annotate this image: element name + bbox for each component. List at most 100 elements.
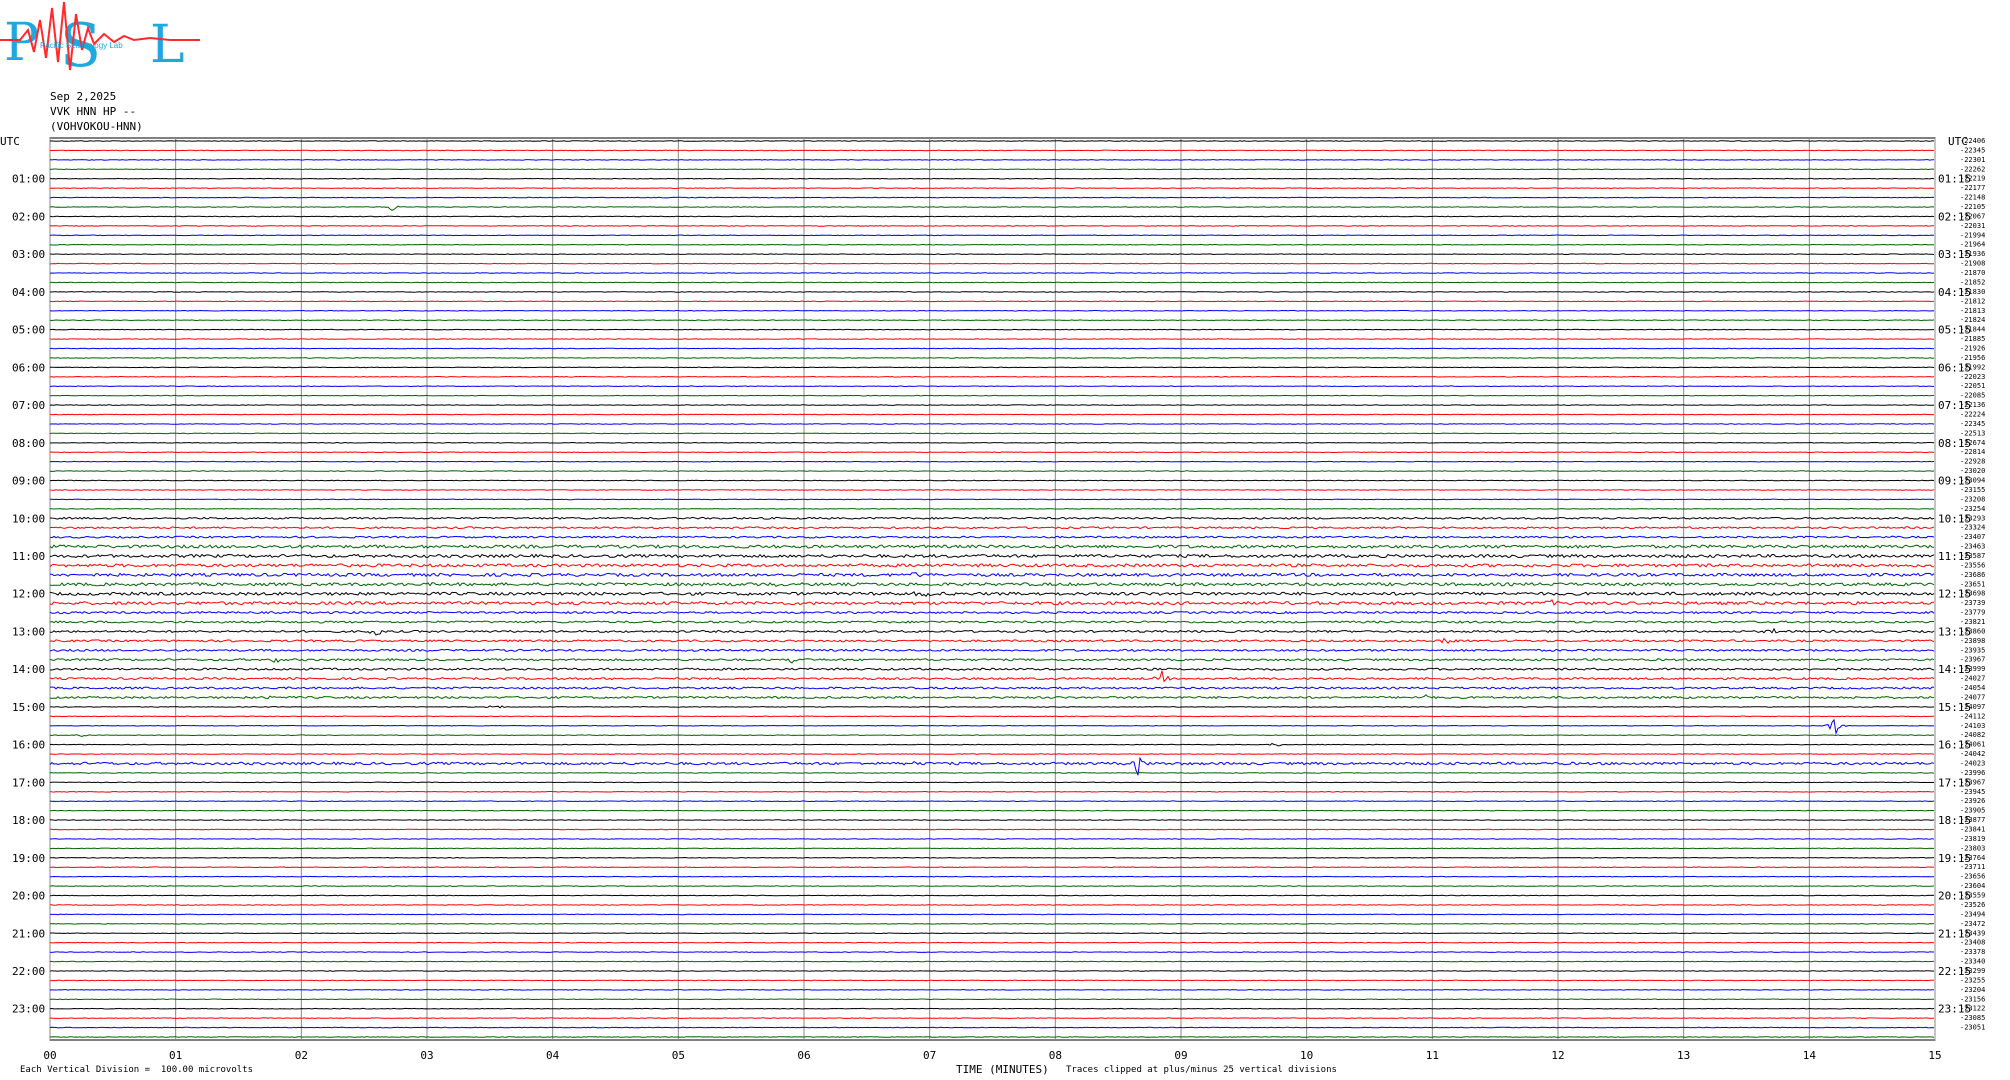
- seismic-trace: [49, 753, 1935, 755]
- seismic-trace: [49, 979, 1934, 982]
- seismic-trace: [49, 309, 1935, 312]
- seismic-trace: [49, 423, 1935, 425]
- right-time-label: 19:15: [1938, 852, 1971, 865]
- seismic-trace: [49, 375, 1935, 378]
- seismic-trace: [49, 243, 1935, 246]
- seismic-trace: [49, 670, 1935, 683]
- right-time-label: 14:15: [1938, 663, 1971, 676]
- x-tick-label: 05: [672, 1049, 685, 1062]
- trace-count-label: -21870: [1960, 269, 1985, 277]
- seismic-trace: [49, 781, 1935, 784]
- left-time-label: 16:00: [12, 739, 45, 752]
- left-time-label: 21:00: [12, 927, 45, 940]
- seismic-trace: [49, 572, 1935, 578]
- x-tick-label: 07: [923, 1049, 936, 1062]
- seismic-trace: [49, 1017, 1935, 1019]
- seismic-trace: [49, 526, 1935, 530]
- left-time-label: 01:00: [12, 173, 45, 186]
- seismic-trace: [50, 932, 1935, 935]
- left-time-label: 02:00: [12, 210, 45, 223]
- seismic-trace: [49, 800, 1935, 803]
- seismic-trace: [49, 960, 1935, 963]
- x-tick-label: 02: [295, 1049, 308, 1062]
- right-time-label: 22:15: [1938, 965, 1971, 978]
- seismic-trace: [49, 657, 1935, 664]
- left-time-label: 22:00: [12, 965, 45, 978]
- seismic-trace: [49, 215, 1935, 218]
- seismic-trace: [49, 620, 1934, 624]
- right-time-label: 16:15: [1938, 739, 1971, 752]
- seismic-trace: [49, 140, 1935, 142]
- x-tick-label: 13: [1677, 1049, 1690, 1062]
- trace-count-label: -24103: [1960, 722, 1985, 730]
- seismic-trace: [49, 489, 1935, 491]
- seismic-trace: [49, 253, 1935, 256]
- seismic-trace: [49, 205, 1935, 211]
- x-tick-label: 06: [797, 1049, 810, 1062]
- right-time-label: 08:15: [1938, 437, 1971, 450]
- seismic-trace: [49, 598, 1935, 606]
- seismic-trace: [49, 291, 1935, 293]
- right-time-label: 07:15: [1938, 399, 1971, 412]
- seismic-trace: [49, 281, 1935, 284]
- trace-count-label: -24023: [1960, 759, 1985, 767]
- seismic-trace: [49, 357, 1935, 359]
- seismic-trace: [49, 856, 1935, 859]
- seismic-trace: [49, 300, 1934, 303]
- seismic-trace: [49, 941, 1935, 944]
- seismic-trace: [49, 441, 1935, 444]
- x-tick-label: 12: [1551, 1049, 1564, 1062]
- seismic-trace: [49, 694, 1935, 700]
- right-time-label: 17:15: [1938, 776, 1971, 789]
- right-time-label: 23:15: [1938, 1003, 1971, 1016]
- left-time-label: 17:00: [12, 776, 45, 789]
- seismic-trace: [49, 637, 1935, 644]
- seismic-trace: [49, 922, 1935, 925]
- seismic-trace: [49, 866, 1935, 869]
- seismic-trace: [49, 319, 1935, 322]
- seismic-trace: [49, 328, 1934, 331]
- seismic-trace: [49, 272, 1935, 274]
- trace-count-label: -22928: [1960, 458, 1985, 466]
- left-time-label: 09:00: [12, 475, 45, 488]
- seismic-trace: [49, 828, 1934, 831]
- seismic-trace: [49, 809, 1935, 812]
- seismic-trace: [50, 686, 1935, 690]
- seismic-trace: [49, 347, 1935, 350]
- x-tick-label: 14: [1803, 1049, 1817, 1062]
- left-time-label: 12:00: [12, 588, 45, 601]
- left-time-label: 08:00: [12, 437, 45, 450]
- trace-count-label: -22345: [1960, 146, 1985, 154]
- seismic-trace: [49, 591, 1935, 598]
- trace-count-label: -22051: [1960, 382, 1985, 390]
- seismic-trace: [49, 168, 1935, 171]
- seismic-trace: [49, 234, 1935, 237]
- seismic-trace: [49, 479, 1935, 482]
- trace-count-label: -22148: [1960, 194, 1985, 202]
- seismic-trace: [50, 498, 1935, 501]
- trace-count-label: -21926: [1960, 344, 1985, 352]
- seismic-trace: [49, 742, 1935, 747]
- trace-count-label: -23686: [1960, 571, 1985, 579]
- seismic-trace: [49, 470, 1935, 472]
- clip-note: Traces clipped at plus/minus 25 vertical…: [1066, 1065, 1337, 1075]
- seismic-trace: [50, 1036, 1935, 1038]
- seismic-trace: [49, 819, 1935, 821]
- seismic-trace: [49, 159, 1935, 161]
- seismic-trace: [49, 1007, 1935, 1010]
- trace-count-label: -23204: [1960, 986, 1985, 994]
- trace-count-label: -23935: [1960, 646, 1985, 654]
- helicorder-plot: 00 01 02 03 04 05 06 07 08 09 10 11 12 13 14 15-22406-2…: [12, 137, 1985, 1062]
- seismic-trace: [49, 581, 1935, 588]
- seismic-trace: [49, 715, 1935, 718]
- seismic-trace: [49, 562, 1935, 568]
- right-time-label: 04:15: [1938, 286, 1971, 299]
- left-time-label: 19:00: [12, 852, 45, 865]
- seismic-trace: [49, 734, 1935, 738]
- seismic-trace: [49, 838, 1935, 840]
- trace-count-label: -23051: [1960, 1024, 1985, 1032]
- seismic-trace: [49, 535, 1935, 539]
- scale-note: Each Vertical Division = 100.00 microvol…: [20, 1065, 253, 1075]
- trace-count-label: -22301: [1960, 156, 1985, 164]
- seismic-trace: [50, 366, 1935, 369]
